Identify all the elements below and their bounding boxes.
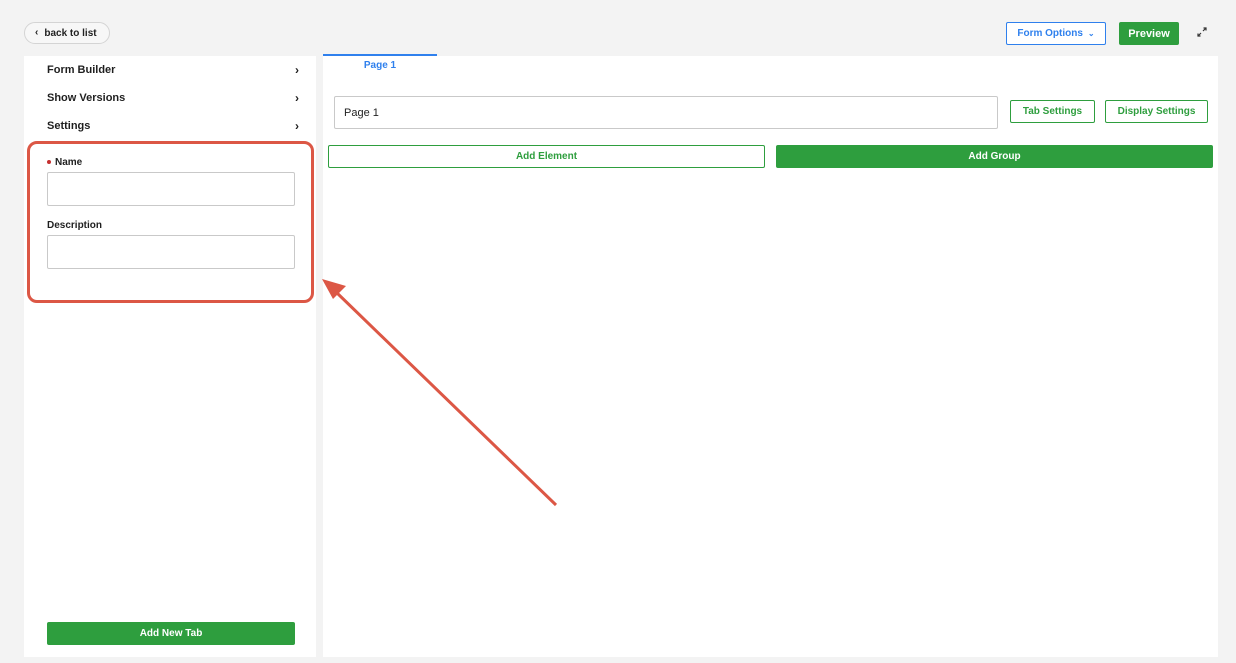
tab-settings-button[interactable]: Tab Settings [1010, 100, 1095, 123]
description-input[interactable] [47, 235, 295, 269]
chevron-right-icon: › [295, 119, 299, 133]
display-settings-button[interactable]: Display Settings [1105, 100, 1208, 123]
add-element-button[interactable]: Add Element [328, 145, 765, 168]
name-field-label: Name [47, 157, 82, 168]
sidebar-item-label: Form Builder [47, 64, 116, 76]
chevron-right-icon: › [295, 63, 299, 77]
back-to-list-button[interactable]: ‹ back to list [24, 22, 110, 44]
form-options-dropdown[interactable]: Form Options ⌄ [1006, 22, 1106, 45]
sidebar-item-label: Settings [47, 120, 91, 132]
chevron-left-icon: ‹ [35, 27, 39, 38]
sidebar-item-form-builder[interactable]: Form Builder › [47, 61, 299, 79]
preview-button[interactable]: Preview [1119, 22, 1179, 45]
back-to-list-label: back to list [44, 27, 97, 39]
add-group-button[interactable]: Add Group [776, 145, 1213, 168]
expand-icon[interactable] [1195, 25, 1209, 39]
sidebar: Form Builder › Show Versions › Settings … [24, 56, 316, 657]
chevron-right-icon: › [295, 91, 299, 105]
add-new-tab-button[interactable]: Add New Tab [47, 622, 295, 645]
sidebar-item-settings[interactable]: Settings › [47, 117, 299, 135]
description-field-label: Description [47, 220, 103, 231]
sidebar-item-label: Show Versions [47, 92, 126, 104]
page-name-input[interactable] [334, 96, 998, 129]
chevron-down-icon: ⌄ [1087, 29, 1095, 38]
sidebar-item-show-versions[interactable]: Show Versions › [47, 89, 299, 107]
tab-page-1[interactable]: Page 1 [323, 54, 437, 74]
required-indicator [47, 160, 51, 165]
form-canvas: Page 1 Tab Settings Display Settings Add… [323, 54, 1218, 657]
form-options-label: Form Options [1017, 28, 1083, 39]
name-input[interactable] [47, 172, 295, 206]
